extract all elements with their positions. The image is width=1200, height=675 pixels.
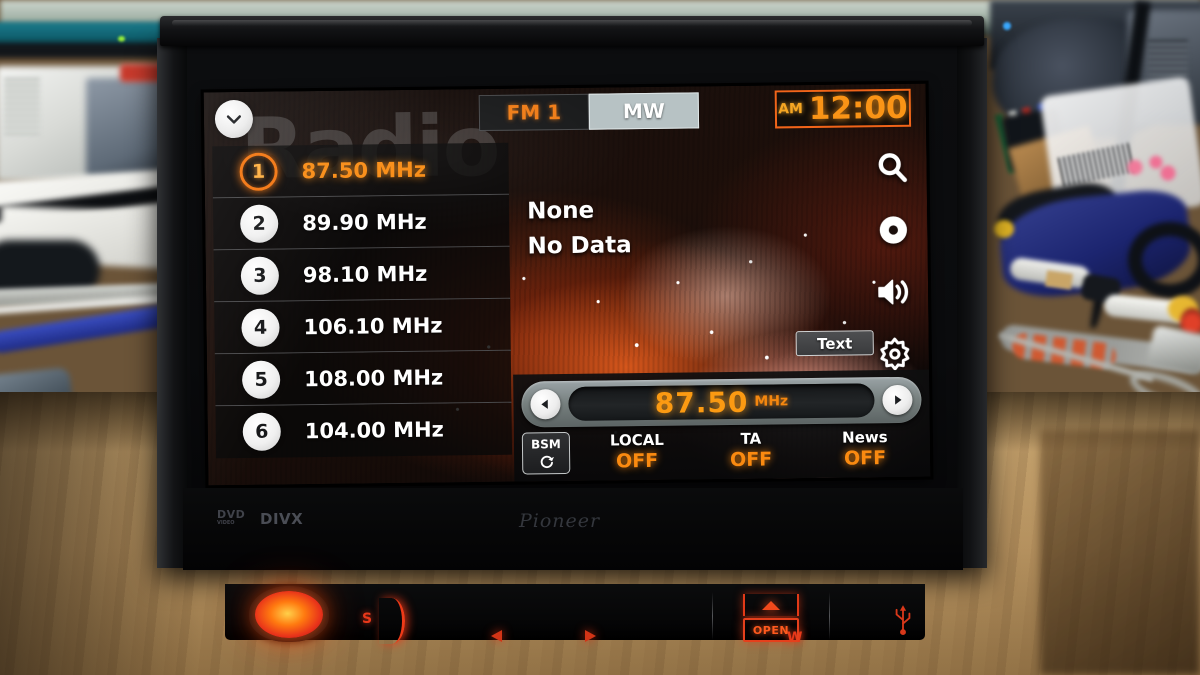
disc-source-icon[interactable] — [865, 202, 922, 259]
usb-icon — [892, 602, 914, 636]
workbench-scene: Radio FM 1 MW AM 12:00 — [0, 0, 1200, 675]
car-stereo-head-unit: Radio FM 1 MW AM 12:00 — [157, 16, 997, 646]
current-frequency-value: 87.50 — [654, 385, 749, 420]
preset-frequency: 89.90 MHz — [302, 209, 427, 235]
preset-row[interactable]: 5 108.00 MHz — [214, 350, 512, 407]
preset-row[interactable]: 2 89.90 MHz — [212, 194, 510, 251]
tuner-control-strip: 87.50 MHz BSM LOCAL OFF TA OFF News OFF — [513, 369, 931, 482]
rds-radio-text: No Data — [527, 232, 632, 260]
toggle-label: News — [842, 428, 888, 447]
divx-logo: DIVX — [260, 510, 304, 528]
current-frequency-unit: MHz — [754, 393, 789, 410]
clock-display: AM 12:00 — [774, 88, 912, 129]
band-tab-mw[interactable]: MW — [588, 92, 700, 130]
arrow-left-icon[interactable] — [530, 389, 561, 420]
preset-row[interactable]: 6 104.00 MHz — [215, 402, 513, 459]
preset-row[interactable]: 3 98.10 MHz — [213, 246, 511, 303]
chevron-down-icon[interactable] — [214, 99, 254, 139]
toggle-ta[interactable]: TA OFF — [694, 429, 809, 474]
preset-list: 1 87.50 MHz 2 89.90 MHz 3 98.10 MHz 4 10… — [212, 142, 513, 475]
radio-option-toggles: LOCAL OFF TA OFF News OFF — [580, 428, 923, 476]
icon-rail — [864, 140, 927, 391]
track-previous-icon[interactable] — [491, 630, 502, 642]
band-tabs: FM 1 MW — [478, 92, 700, 132]
preset-frequency: 87.50 MHz — [301, 157, 427, 183]
preset-row[interactable]: 4 106.10 MHz — [214, 298, 511, 355]
toggle-state: OFF — [615, 449, 659, 473]
preset-number: 6 — [242, 412, 282, 451]
open-button[interactable]: OPEN — [743, 618, 799, 642]
toggle-label: TA — [740, 429, 762, 448]
toggle-label: LOCAL — [609, 430, 664, 450]
toggle-news[interactable]: News OFF — [808, 428, 923, 473]
preset-row[interactable]: 1 87.50 MHz — [212, 142, 509, 199]
source-button-label[interactable]: S — [362, 611, 372, 627]
knob-arc-accent — [379, 598, 405, 644]
pioneer-brand-logo: Pioneer — [519, 510, 601, 532]
preset-frequency: 108.00 MHz — [303, 365, 444, 391]
search-icon[interactable] — [864, 140, 921, 197]
refresh-icon — [540, 455, 554, 468]
bsm-label: BSM — [530, 436, 561, 451]
preset-number: 5 — [241, 360, 281, 399]
clock-ampm: AM — [778, 101, 804, 118]
current-frequency-display: 87.50 MHz — [568, 383, 875, 421]
preset-number: 3 — [240, 256, 280, 295]
toggle-state: OFF — [729, 448, 773, 472]
toggle-state: OFF — [843, 447, 887, 470]
clock-time: 12:00 — [808, 89, 908, 128]
speaker-volume-icon[interactable] — [866, 264, 923, 321]
lcd-touchscreen[interactable]: Radio FM 1 MW AM 12:00 — [203, 83, 931, 486]
top-bar: FM 1 MW AM 12:00 — [204, 84, 927, 139]
preset-number: 4 — [241, 308, 280, 347]
preset-number: 2 — [239, 204, 279, 243]
physical-button-bar — [225, 584, 925, 640]
track-next-icon[interactable] — [585, 630, 596, 642]
preset-frequency: 106.10 MHz — [303, 313, 443, 339]
rds-station-name: None — [526, 197, 595, 225]
arrow-right-icon[interactable] — [882, 384, 913, 416]
tuner-bar: 87.50 MHz — [521, 376, 922, 428]
open-button-label: OPEN — [752, 623, 790, 637]
bsm-button[interactable]: BSM — [521, 431, 571, 475]
preset-frequency: 98.10 MHz — [302, 261, 428, 287]
toggle-local[interactable]: LOCAL OFF — [580, 430, 695, 475]
eject-icon[interactable] — [743, 594, 799, 616]
preset-number: 1 — [239, 152, 278, 191]
unit-top-edge — [160, 16, 984, 46]
band-tab-fm1[interactable]: FM 1 — [478, 93, 590, 132]
dvd-logo: DVD VIDEO — [217, 508, 245, 526]
text-button[interactable]: Text — [795, 330, 874, 357]
volume-knob[interactable] — [255, 591, 323, 638]
preset-frequency: 104.00 MHz — [304, 417, 444, 444]
